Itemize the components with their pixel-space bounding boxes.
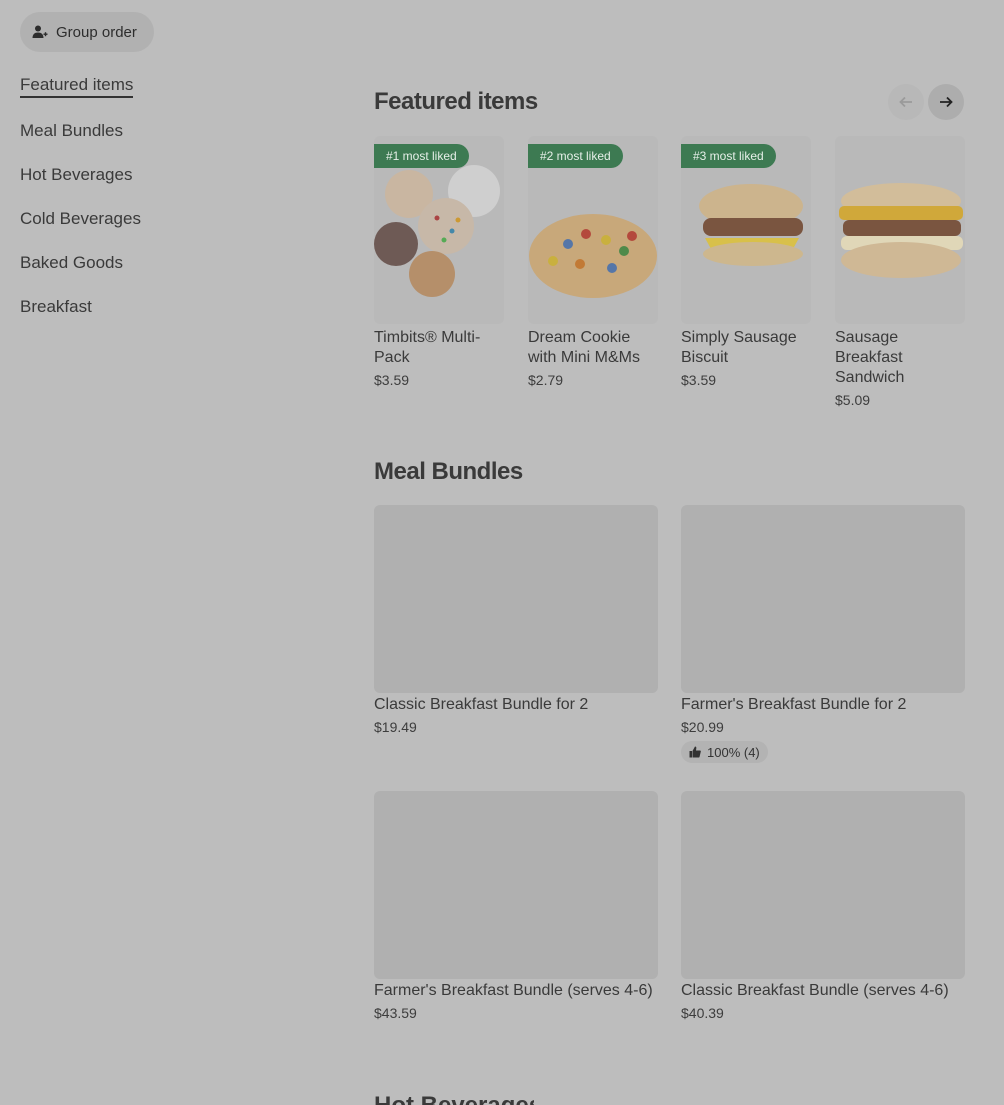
arrow-right-icon (940, 96, 953, 108)
item-price: $2.79 (528, 372, 564, 388)
bundle-item-card[interactable]: Classic Breakfast Bundle for 2 $19.49 (374, 505, 658, 735)
person-add-icon (32, 25, 48, 38)
most-liked-badge: #2 most liked (528, 144, 623, 168)
thumbs-up-icon (689, 746, 701, 758)
item-name: Farmer's Breakfast Bundle (serves 4-6) (374, 982, 653, 999)
sidebar-item-baked-goods[interactable]: Baked Goods (20, 252, 123, 276)
bundle-item-card[interactable]: Farmer's Breakfast Bundle (serves 4-6) $… (374, 791, 658, 1021)
featured-item-card[interactable]: #2 most liked Dream Cookie with Mini M&M… (528, 136, 658, 388)
item-image (374, 791, 658, 979)
item-name: Classic Breakfast Bundle for 2 (374, 696, 589, 713)
item-price: $3.59 (374, 372, 410, 388)
featured-items-heading: Featured items (374, 88, 538, 115)
item-image: #1 most liked (374, 136, 504, 324)
most-liked-badge: #3 most liked (681, 144, 776, 168)
featured-item-card[interactable]: #1 most liked Timbits® Multi-Pack $3.59 (374, 136, 504, 388)
item-image (374, 505, 658, 693)
item-price: $20.99 (681, 719, 724, 735)
item-image (681, 505, 965, 693)
item-price: $43.59 (374, 1005, 417, 1021)
item-name: Farmer's Breakfast Bundle for 2 (681, 696, 907, 713)
item-image (681, 791, 965, 979)
rating-text: 100% (4) (707, 744, 760, 760)
group-order-label: Group order (56, 23, 137, 41)
item-price: $5.09 (835, 392, 871, 408)
item-name: Timbits® Multi-Pack (374, 329, 481, 366)
sidebar-item-featured-items[interactable]: Featured items (20, 74, 134, 98)
sidebar-item-breakfast[interactable]: Breakfast (20, 296, 92, 320)
meal-bundles-heading: Meal Bundles (374, 458, 523, 485)
arrow-left-icon (899, 96, 912, 108)
item-image: #2 most liked (528, 136, 658, 324)
rating-badge: 100% (4) (681, 741, 768, 763)
item-price: $19.49 (374, 719, 417, 735)
featured-item-card[interactable]: Sausage Breakfast Sandwich $5.09 (835, 136, 965, 408)
item-price: $3.59 (681, 372, 717, 388)
category-sidebar: Featured items Meal Bundles Hot Beverage… (20, 74, 141, 340)
carousel-next-button[interactable] (928, 84, 964, 120)
featured-item-card[interactable]: #3 most liked Simply Sausage Biscuit $3.… (681, 136, 811, 388)
item-image: #3 most liked (681, 136, 811, 324)
bundle-item-card[interactable]: Classic Breakfast Bundle (serves 4-6) $4… (681, 791, 965, 1021)
sidebar-item-hot-beverages[interactable]: Hot Beverages (20, 164, 132, 188)
item-image (835, 136, 965, 324)
carousel-prev-button[interactable] (888, 84, 924, 120)
sidebar-item-meal-bundles[interactable]: Meal Bundles (20, 120, 123, 144)
item-name: Dream Cookie with Mini M&Ms (528, 329, 641, 366)
hot-beverages-heading: Hot Beverages (374, 1092, 534, 1105)
group-order-button[interactable]: Group order (20, 12, 154, 52)
item-name: Classic Breakfast Bundle (serves 4-6) (681, 982, 949, 999)
item-name: Simply Sausage Biscuit (681, 329, 797, 366)
most-liked-badge: #1 most liked (374, 144, 469, 168)
item-name: Sausage Breakfast Sandwich (835, 329, 905, 386)
bundle-item-card[interactable]: Farmer's Breakfast Bundle for 2 $20.99 1… (681, 505, 965, 763)
item-price: $40.39 (681, 1005, 724, 1021)
sidebar-item-cold-beverages[interactable]: Cold Beverages (20, 208, 141, 232)
